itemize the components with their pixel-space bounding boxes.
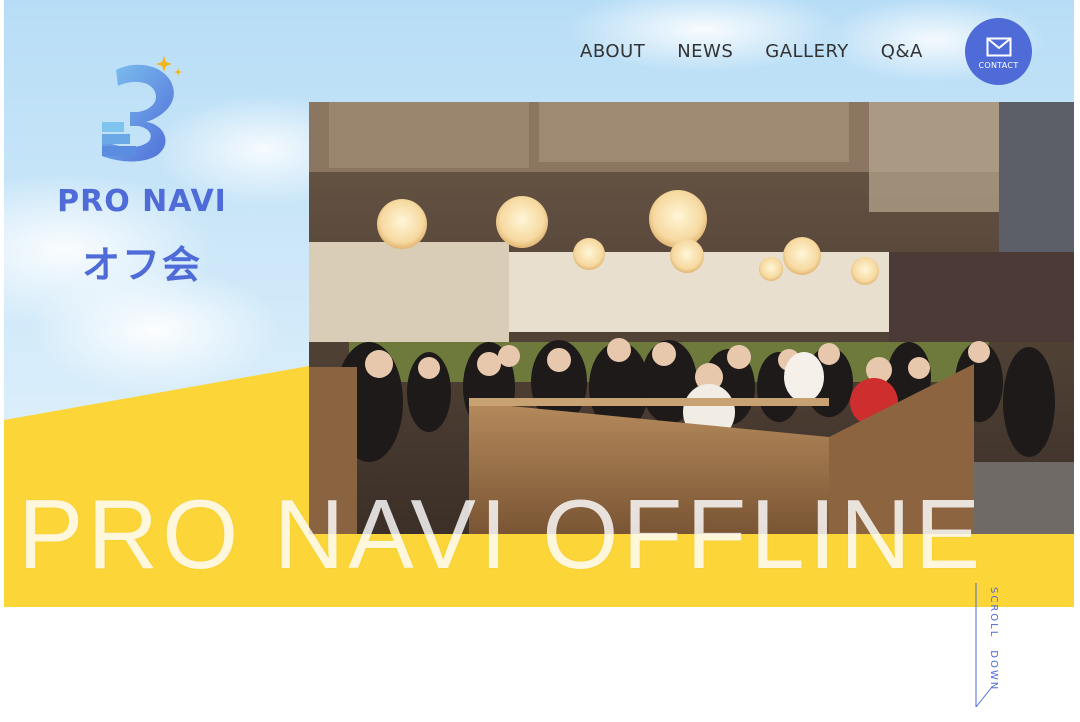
nav-gallery[interactable]: GALLERY: [765, 41, 849, 62]
nav-qa[interactable]: Q&A: [881, 41, 923, 62]
scroll-down-label: SCROLL DOWN: [988, 587, 999, 692]
hero-section: PRO NAVI オフ会 PRO NAVI OFFLINE: [4, 0, 1074, 607]
main-nav: ABOUT NEWS GALLERY Q&A: [580, 38, 955, 64]
hero-title: PRO NAVI OFFLINE: [18, 479, 985, 589]
pro-navi-logo[interactable]: [94, 52, 186, 162]
nav-about[interactable]: ABOUT: [580, 41, 645, 62]
scroll-down-indicator[interactable]: SCROLL DOWN: [974, 583, 1004, 711]
brand-subtitle: オフ会: [81, 243, 202, 287]
contact-button[interactable]: CONTACT: [965, 18, 1032, 85]
mail-icon: [986, 37, 1011, 57]
contact-label: CONTACT: [978, 61, 1019, 70]
hero-photo: [309, 102, 1074, 534]
brand-name: PRO NAVI: [57, 184, 227, 219]
nav-news[interactable]: NEWS: [677, 41, 733, 62]
